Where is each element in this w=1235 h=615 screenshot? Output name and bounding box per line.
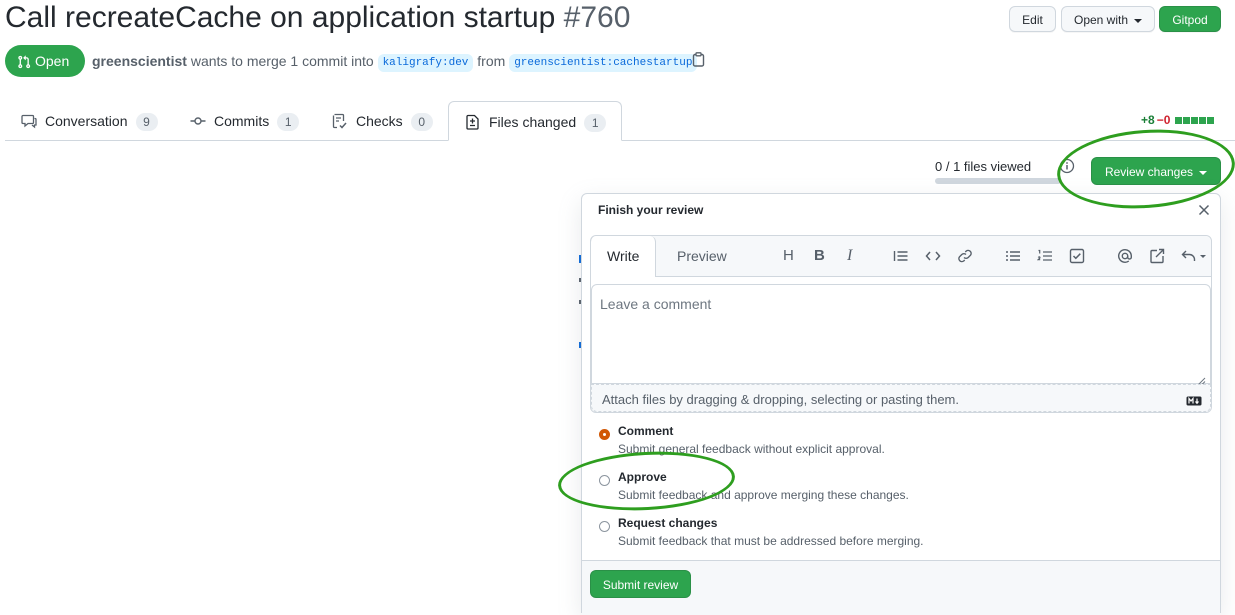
merge-action-text: wants to merge 1 commit into <box>190 53 374 69</box>
tab-write[interactable]: Write <box>590 236 657 277</box>
gitpod-button[interactable]: Gitpod <box>1159 6 1221 32</box>
diffstat-block <box>1198 117 1206 124</box>
tab-conversation[interactable]: Conversation 9 <box>21 101 158 141</box>
tab-checks-count: 0 <box>410 113 433 131</box>
pr-title: Call recreateCache on application startu… <box>5 0 630 38</box>
tab-commits[interactable]: Commits 1 <box>190 101 300 141</box>
diffstat-block <box>1182 117 1190 124</box>
tab-files-changed-label: Files changed <box>489 114 577 130</box>
unordered-list-icon[interactable] <box>1005 248 1021 267</box>
diffstat-block <box>1190 117 1198 124</box>
diffstat-deletions: −0 <box>1156 113 1171 127</box>
tab-files-changed-count: 1 <box>584 114 607 132</box>
diffstat-additions: +8 <box>1141 113 1155 127</box>
review-panel-footer: Submit review <box>582 560 1220 615</box>
base-branch[interactable]: kaligrafy:dev <box>377 54 474 72</box>
tab-checks[interactable]: Checks 0 <box>332 101 433 141</box>
files-viewed-text: 0 / 1 files viewed <box>935 159 1032 174</box>
diffstat-block <box>1206 117 1214 124</box>
comment-placeholder: Leave a comment <box>600 296 712 312</box>
heading-icon[interactable]: H <box>783 248 794 264</box>
pr-number: #760 <box>563 1 631 34</box>
edit-button[interactable]: Edit <box>1009 6 1056 32</box>
diffstat-block <box>1174 117 1182 124</box>
pr-meta: greenscientist wants to merge 1 commit i… <box>92 52 698 72</box>
open-with-button[interactable]: Open with <box>1061 6 1155 32</box>
comment-icon <box>21 114 37 129</box>
diffstat: +8 −0 <box>1141 113 1214 127</box>
files-viewed-progress <box>935 178 1061 184</box>
chevron-down-icon <box>1134 18 1143 23</box>
comment-textarea[interactable]: Leave a comment <box>591 284 1211 386</box>
request-changes-option-desc: Submit feedback that must be addressed b… <box>618 534 924 548</box>
head-branch[interactable]: greenscientist:cachestartup <box>509 54 698 72</box>
link-icon[interactable] <box>957 248 973 267</box>
tab-conversation-label: Conversation <box>45 113 128 129</box>
italic-icon[interactable]: I <box>847 248 852 264</box>
tab-files-changed[interactable]: Files changed 1 <box>448 101 622 141</box>
tab-commits-count: 1 <box>277 113 300 131</box>
tab-checks-label: Checks <box>356 113 403 129</box>
tab-commits-label: Commits <box>214 113 270 129</box>
author-link[interactable]: greenscientist <box>92 53 187 69</box>
attach-files-text: Attach files by dragging & dropping, sel… <box>602 392 959 407</box>
tab-conversation-count: 9 <box>135 113 158 131</box>
file-diff-icon <box>466 114 479 130</box>
mention-icon[interactable] <box>1117 248 1133 267</box>
editor-tabs: Write Preview H B I <box>590 236 1211 277</box>
status-badge: Open <box>5 45 85 77</box>
status-badge-label: Open <box>35 53 70 69</box>
commit-icon <box>190 117 206 125</box>
copy-icon[interactable] <box>692 52 705 70</box>
checklist-icon <box>332 113 347 129</box>
comment-editor: Write Preview H B I Leave a comment Atta… <box>590 235 1212 413</box>
close-icon[interactable] <box>1198 203 1210 219</box>
comment-option-label: Comment <box>618 424 674 438</box>
task-list-icon[interactable] <box>1069 248 1085 267</box>
undo-icon[interactable] <box>1181 248 1209 267</box>
review-panel-title: Finish your review <box>598 203 704 217</box>
review-panel: Finish your review Write Preview H B I L… <box>581 193 1221 615</box>
code-icon[interactable] <box>925 248 941 267</box>
request-changes-option-label: Request changes <box>618 516 718 530</box>
request-changes-radio[interactable] <box>599 521 610 532</box>
bold-icon[interactable]: B <box>814 248 825 264</box>
pr-title-text: Call recreateCache on application startu… <box>5 1 556 34</box>
comment-radio[interactable] <box>599 429 610 440</box>
submit-review-button[interactable]: Submit review <box>590 570 691 598</box>
cross-reference-icon[interactable] <box>1149 248 1165 267</box>
markdown-icon[interactable] <box>1186 393 1202 409</box>
from-text: from <box>477 53 506 69</box>
tab-preview[interactable]: Preview <box>661 236 743 276</box>
open-with-label: Open with <box>1073 13 1129 27</box>
attach-files-area[interactable]: Attach files by dragging & dropping, sel… <box>591 384 1211 412</box>
quote-icon[interactable] <box>893 248 909 267</box>
ordered-list-icon[interactable] <box>1036 248 1053 267</box>
pull-request-icon <box>18 55 31 69</box>
